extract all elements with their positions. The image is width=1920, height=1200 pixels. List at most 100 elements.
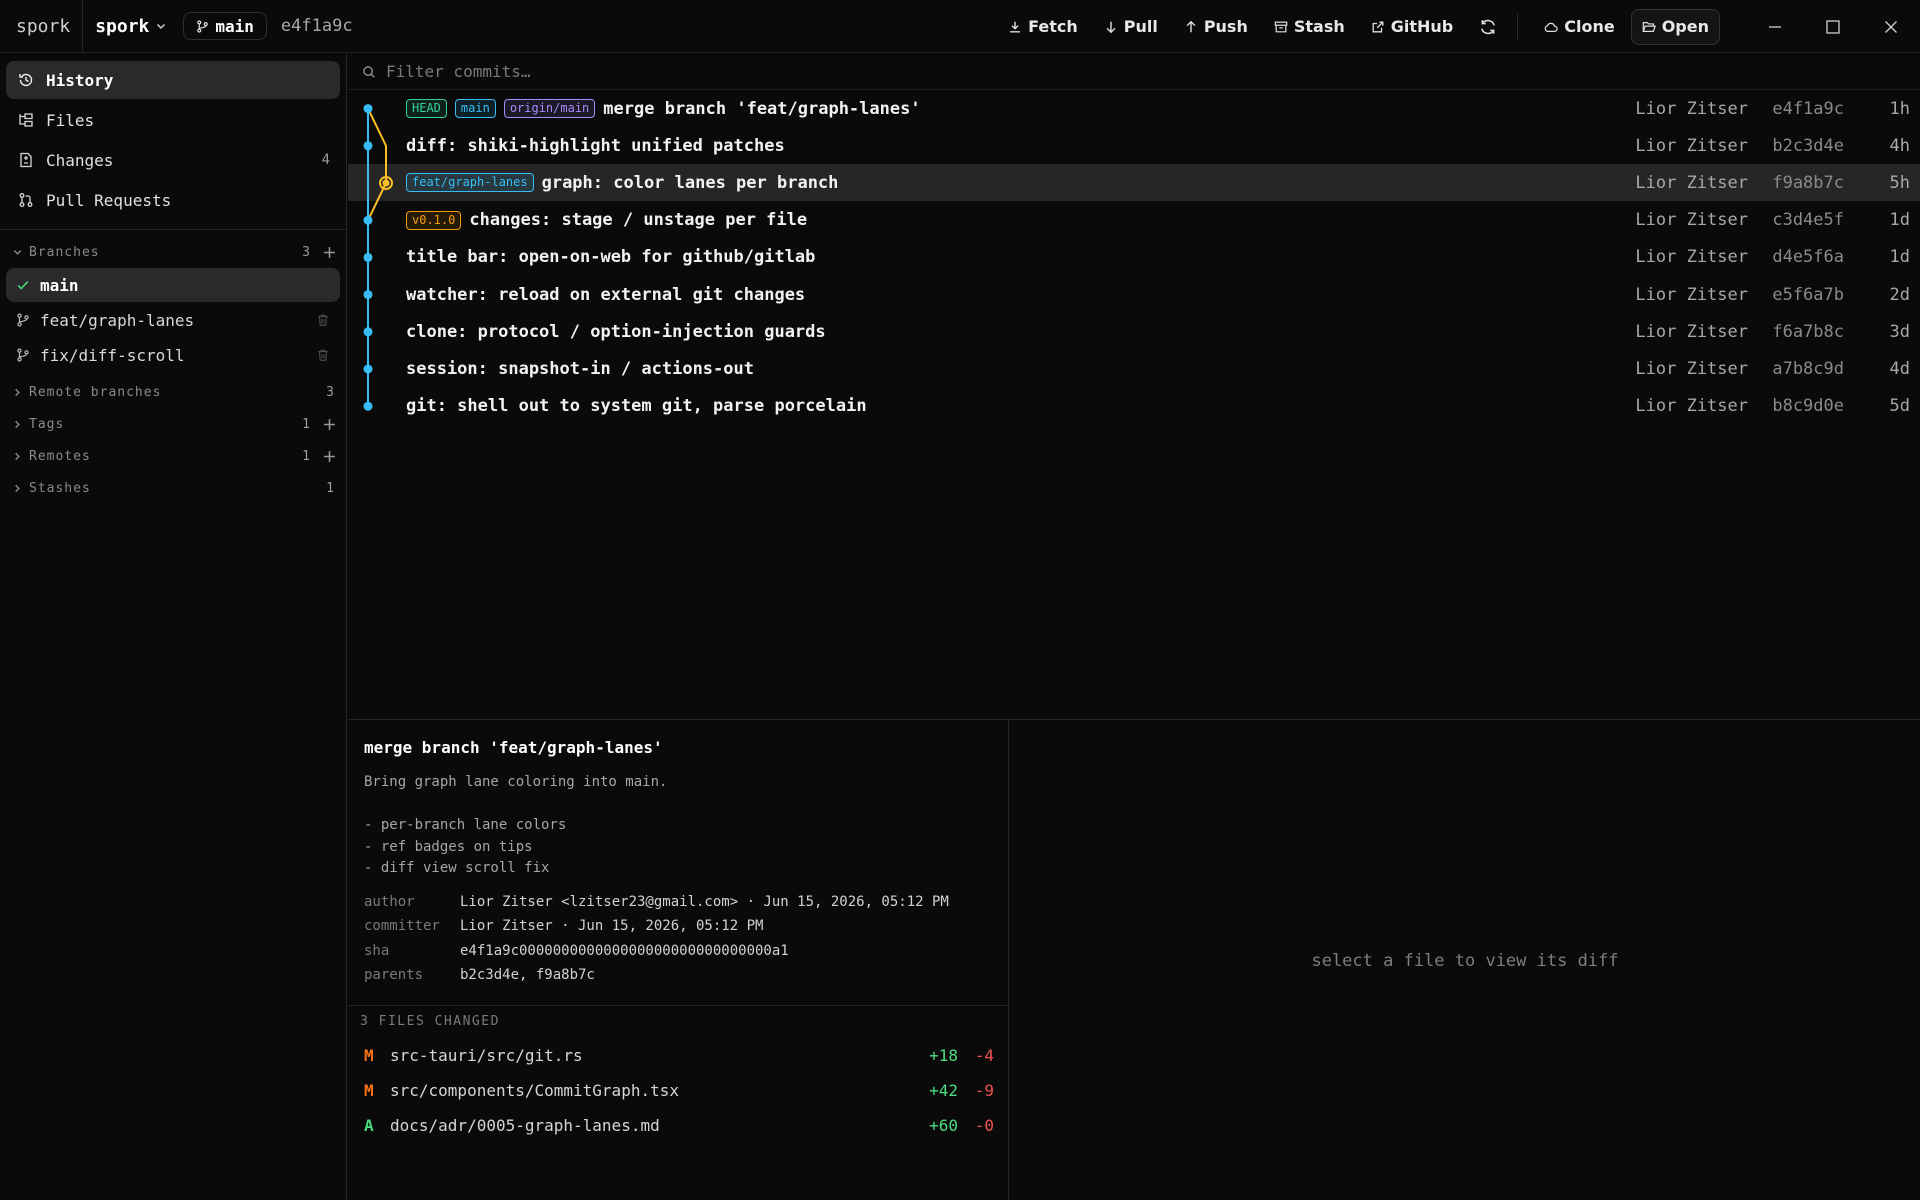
nav-files[interactable]: Files bbox=[6, 101, 340, 139]
file-path: src/components/CommitGraph.tsx bbox=[390, 1080, 679, 1100]
repo-selector[interactable]: spork bbox=[95, 16, 167, 37]
commit-age: 5h bbox=[1889, 172, 1910, 193]
github-label: GitHub bbox=[1390, 17, 1454, 36]
commit-row[interactable]: git: shell out to system git, parse porc… bbox=[348, 388, 1920, 425]
commit-age: 3d bbox=[1889, 321, 1910, 342]
remote-branches-section-header[interactable]: Remote branches 3 bbox=[12, 381, 338, 403]
trash-icon[interactable] bbox=[316, 313, 330, 327]
stash-button[interactable]: Stash bbox=[1264, 9, 1355, 45]
branches-section-header[interactable]: Branches 3 bbox=[12, 241, 338, 263]
maximize-icon bbox=[1826, 19, 1840, 34]
commit-sha: f6a7b8c bbox=[1772, 321, 1844, 342]
remotes-section-header[interactable]: Remotes 1 bbox=[12, 445, 338, 467]
commit-message: merge branch 'feat/graph-lanes' bbox=[603, 98, 921, 119]
graph-node bbox=[363, 290, 373, 300]
tags-section-header[interactable]: Tags 1 bbox=[12, 413, 338, 435]
arrow-up-icon bbox=[1186, 20, 1196, 32]
nav-history[interactable]: History bbox=[6, 61, 340, 99]
file-deletions: -9 bbox=[974, 1080, 994, 1100]
nav-pull-requests[interactable]: Pull Requests bbox=[6, 181, 340, 219]
plus-icon[interactable] bbox=[323, 450, 336, 463]
folder-tree-icon bbox=[19, 113, 33, 127]
app-name: spork bbox=[0, 0, 84, 52]
title-bar: spork spork main e4f1a9c Fetch Pull Push… bbox=[0, 0, 1920, 53]
maximize-button[interactable] bbox=[1804, 0, 1862, 53]
commit-row[interactable]: HEAD main origin/main merge branch 'feat/gr… bbox=[348, 90, 1920, 127]
commit-message: graph: color lanes per branch bbox=[541, 172, 839, 193]
diff-panel: select a file to view its diff bbox=[1010, 720, 1920, 1200]
ref-badge: HEAD bbox=[406, 99, 447, 118]
commit-row[interactable]: watcher: reload on external git changes L… bbox=[348, 276, 1920, 313]
commit-filter-input[interactable] bbox=[386, 62, 986, 81]
bottom-panel: merge branch 'feat/graph-lanes' Bring gr… bbox=[348, 719, 1920, 1200]
commit-summary: feat/graph-lanes graph: color lanes per b… bbox=[406, 164, 838, 201]
stashes-label: Stashes bbox=[29, 480, 91, 496]
stashes-section-header[interactable]: Stashes 1 bbox=[12, 477, 338, 499]
download-icon bbox=[1010, 21, 1020, 33]
graph-node bbox=[363, 364, 373, 374]
clone-button[interactable]: Clone bbox=[1534, 9, 1624, 45]
refresh-button[interactable] bbox=[1469, 9, 1507, 45]
file-path: src-tauri/src/git.rs bbox=[390, 1045, 583, 1065]
commit-row[interactable]: feat/graph-lanes graph: color lanes per b… bbox=[348, 164, 1920, 202]
branch-item-feat-graph-lanes[interactable]: feat/graph-lanes bbox=[6, 303, 340, 337]
minimize-button[interactable] bbox=[1746, 0, 1804, 53]
pull-button[interactable]: Pull bbox=[1094, 9, 1168, 45]
commit-row[interactable]: diff: shiki-highlight unified patches Lio… bbox=[348, 127, 1920, 164]
plus-icon[interactable] bbox=[323, 246, 336, 259]
commit-detail-panel: merge branch 'feat/graph-lanes' Bring gr… bbox=[348, 720, 1009, 1200]
commit-row[interactable]: clone: protocol / option-injection guard… bbox=[348, 313, 1920, 350]
repo-name: spork bbox=[95, 15, 150, 37]
file-deletions: -4 bbox=[974, 1045, 994, 1065]
commit-age: 1h bbox=[1889, 98, 1910, 119]
branch-item-fix-diff-scroll[interactable]: fix/diff-scroll bbox=[6, 338, 340, 372]
file-additions: +60 bbox=[929, 1115, 958, 1135]
remotes-label: Remotes bbox=[29, 448, 91, 464]
folder-open-icon bbox=[1642, 21, 1656, 32]
commit-message: clone: protocol / option-injection guard… bbox=[406, 321, 826, 342]
changes-count: 4 bbox=[321, 152, 330, 168]
branch-item-main[interactable]: main bbox=[6, 268, 340, 302]
branches-count: 3 bbox=[302, 244, 310, 260]
meta-value: b2c3d4e, f9a8b7c bbox=[460, 967, 595, 983]
plus-icon[interactable] bbox=[323, 418, 336, 431]
nav-history-label: History bbox=[46, 70, 114, 90]
github-button[interactable]: GitHub bbox=[1361, 9, 1464, 45]
current-branch-chip[interactable]: main bbox=[183, 12, 267, 40]
files-changed-header: 3 FILES CHANGED bbox=[360, 1014, 500, 1029]
push-button[interactable]: Push bbox=[1174, 9, 1258, 45]
commit-message: git: shell out to system git, parse porc… bbox=[406, 396, 867, 417]
file-status: M bbox=[364, 1045, 374, 1065]
commit-author: Lior Zitser bbox=[1635, 284, 1748, 305]
chevron-right-icon bbox=[15, 388, 20, 396]
close-window-button[interactable] bbox=[1862, 0, 1920, 53]
remote-branches-count: 3 bbox=[326, 384, 334, 400]
changed-file-row[interactable]: Msrc/components/CommitGraph.tsx +42 -9 bbox=[364, 1075, 994, 1105]
nav-changes[interactable]: Changes 4 bbox=[6, 141, 340, 179]
meta-key: author bbox=[364, 894, 415, 910]
current-branch-name: main bbox=[215, 16, 254, 36]
commit-summary: title bar: open-on-web for github/gitlab bbox=[406, 239, 815, 276]
commit-author: Lior Zitser bbox=[1635, 321, 1748, 342]
trash-icon[interactable] bbox=[316, 348, 330, 362]
git-branch-icon bbox=[17, 313, 29, 327]
nav-pull-requests-label: Pull Requests bbox=[46, 190, 172, 210]
commit-author: Lior Zitser bbox=[1635, 210, 1748, 231]
commit-sha: d4e5f6a bbox=[1772, 247, 1844, 268]
commit-author: Lior Zitser bbox=[1635, 396, 1748, 417]
commit-row[interactable]: title bar: open-on-web for github/gitlab… bbox=[348, 239, 1920, 276]
meta-value: e4f1a9c000000000000000000000000000000a1 bbox=[460, 943, 789, 959]
fetch-button[interactable]: Fetch bbox=[998, 9, 1088, 45]
meta-key: sha bbox=[364, 943, 390, 959]
changed-file-row[interactable]: Adocs/adr/0005-graph-lanes.md +60 -0 bbox=[364, 1110, 994, 1140]
search-icon bbox=[363, 65, 375, 78]
ref-badge: v0.1.0 bbox=[406, 210, 462, 230]
commit-message: title bar: open-on-web for github/gitlab bbox=[406, 247, 816, 268]
commit-row[interactable]: v0.1.0 changes: stage / unstage per file L… bbox=[348, 202, 1920, 239]
branch-name: fix/diff-scroll bbox=[40, 345, 185, 365]
commit-row[interactable]: session: snapshot-in / actions-out Lior Z… bbox=[348, 350, 1920, 387]
graph-node bbox=[363, 141, 373, 151]
changed-file-row[interactable]: Msrc-tauri/src/git.rs +18 -4 bbox=[364, 1040, 994, 1070]
open-button[interactable]: Open bbox=[1630, 8, 1720, 45]
git-pull-request-icon bbox=[19, 193, 33, 207]
